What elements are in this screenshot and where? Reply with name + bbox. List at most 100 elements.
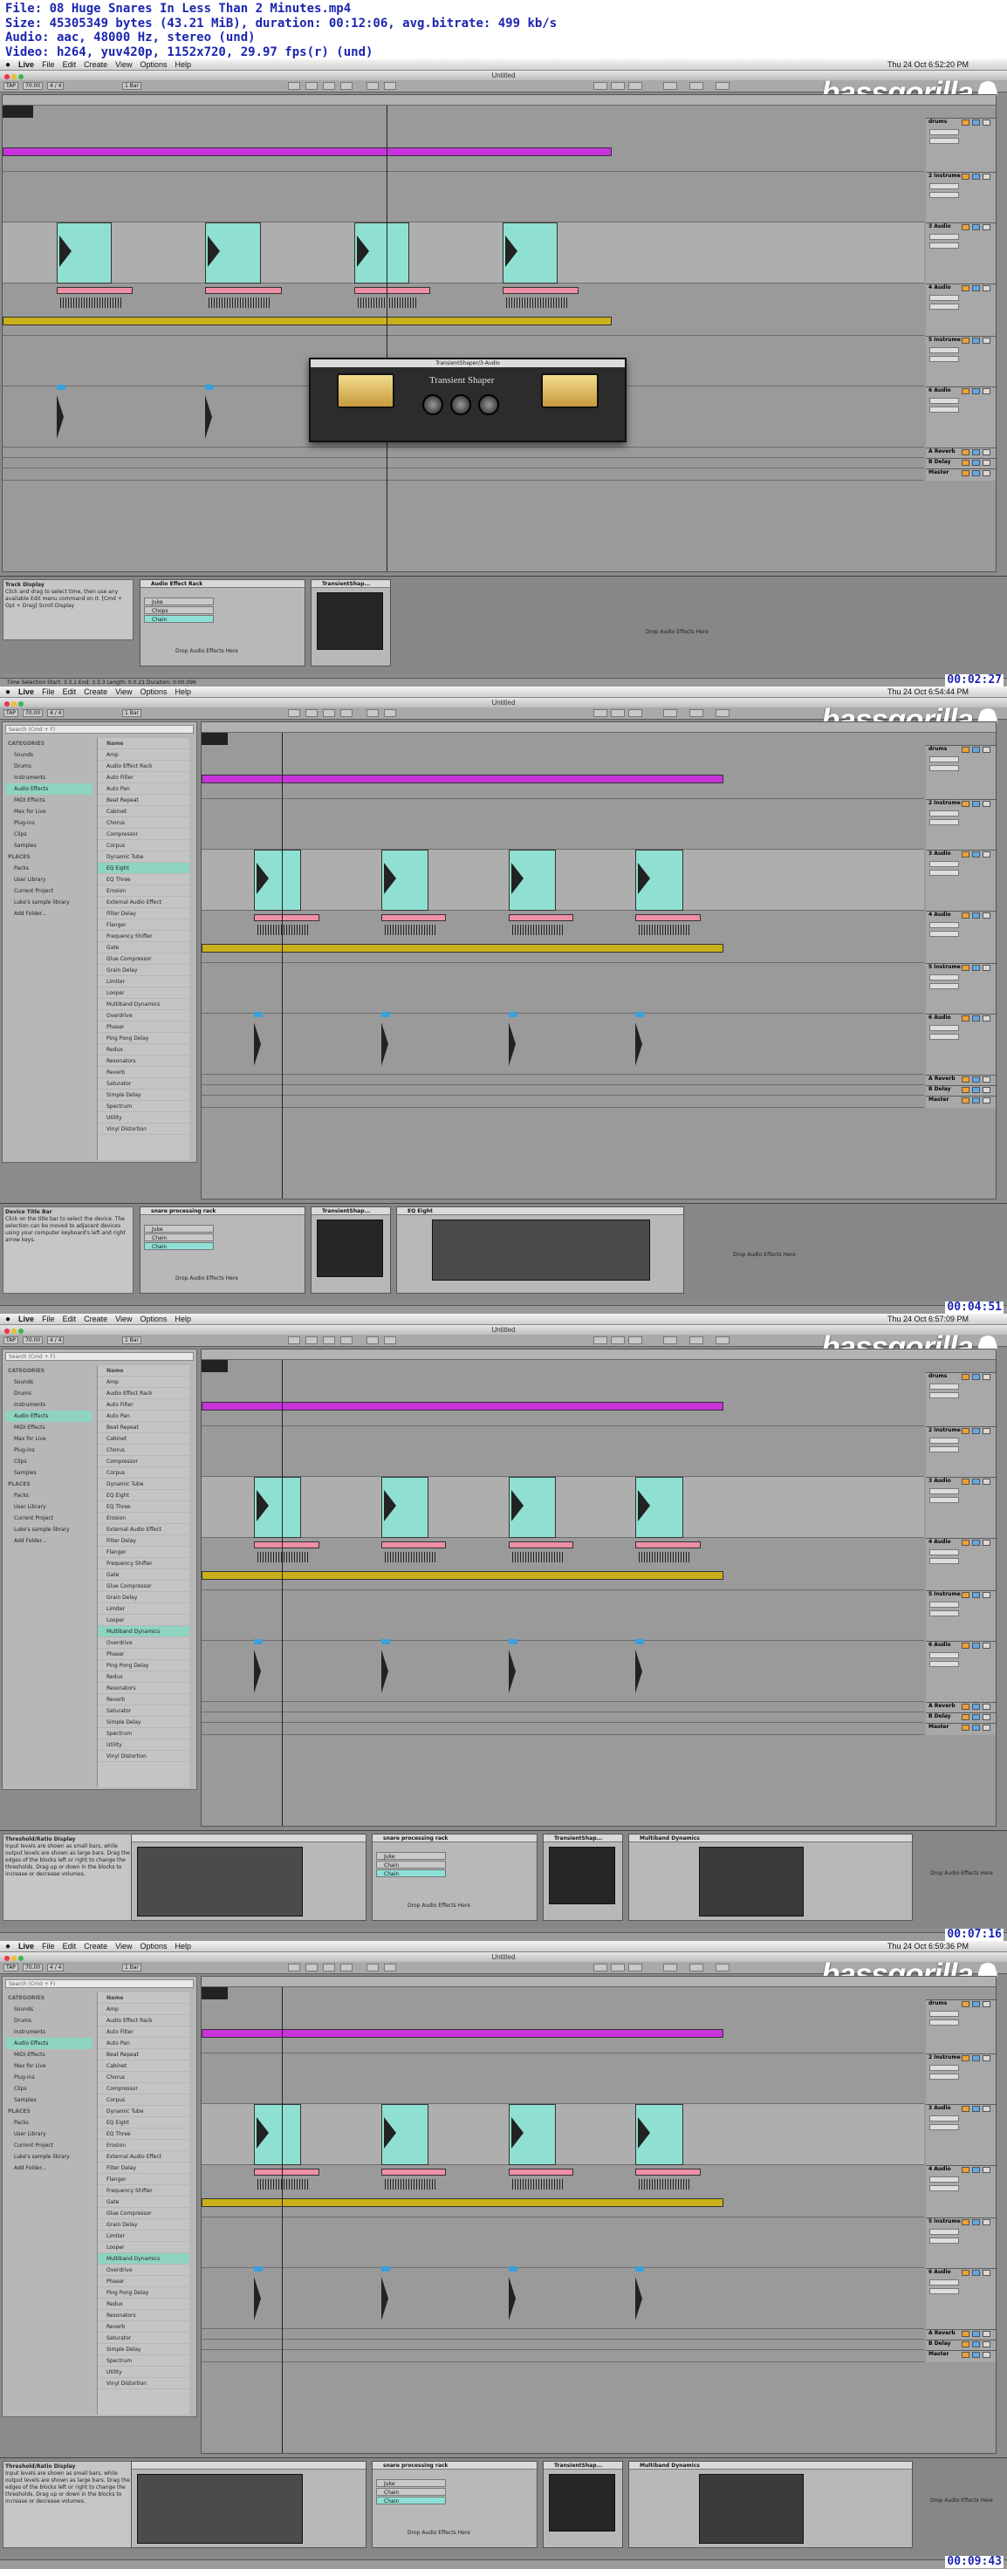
browser-search[interactable]: Search (Cmd + F) xyxy=(5,1979,194,1988)
track-header[interactable]: 5 Instrume xyxy=(926,2217,996,2268)
quantize-menu[interactable]: 1 Bar xyxy=(122,82,141,90)
place-2[interactable]: Current Project xyxy=(5,2140,92,2151)
browser-item[interactable]: EQ Eight xyxy=(98,863,189,874)
threshold-display[interactable] xyxy=(137,1847,303,1917)
track-menu[interactable] xyxy=(929,1446,959,1452)
sample-clip-pink[interactable] xyxy=(508,914,574,921)
track-header[interactable]: 6 Audio xyxy=(926,2268,996,2329)
track-menu[interactable] xyxy=(929,1549,959,1555)
category-samples[interactable]: Samples xyxy=(5,840,92,851)
place-3[interactable]: Luke's sample library xyxy=(5,897,92,908)
track-lane[interactable] xyxy=(202,1999,924,2053)
track-lane[interactable] xyxy=(202,2217,924,2268)
track-menu[interactable] xyxy=(929,2011,959,2017)
rack-drop-zone[interactable]: Drop Audio Effects Here xyxy=(408,1903,470,1909)
browser-item[interactable]: Audio Effect Rack xyxy=(98,761,189,772)
timeline-ruler[interactable] xyxy=(202,722,996,733)
track-header[interactable]: 2 Instrume xyxy=(926,1426,996,1477)
tempo-field[interactable]: 70.00 xyxy=(23,1964,44,1971)
quantize-menu[interactable]: 1 Bar xyxy=(122,709,141,717)
chain-item[interactable]: Chain xyxy=(376,2488,446,2496)
drop-zone[interactable]: Drop Audio Effects Here xyxy=(930,1870,993,1876)
track-solo[interactable] xyxy=(972,1714,980,1720)
track-arm[interactable] xyxy=(983,338,990,344)
browser-item[interactable]: Overdrive xyxy=(98,1010,189,1022)
menu-edit[interactable]: Edit xyxy=(63,1942,77,1951)
track-menu[interactable] xyxy=(929,1558,959,1564)
sample-clip-pink[interactable] xyxy=(508,1541,574,1548)
track-activator[interactable] xyxy=(962,174,969,180)
track-lane[interactable] xyxy=(202,850,924,911)
transport-button-1[interactable] xyxy=(305,1336,318,1344)
transport-button-4[interactable] xyxy=(366,82,379,90)
track-arm[interactable] xyxy=(983,120,990,126)
menu-options[interactable]: Options xyxy=(140,60,167,69)
category-instruments[interactable]: Instruments xyxy=(5,772,92,783)
md-title[interactable]: Multiband Dynamics xyxy=(629,1835,912,1842)
audio-clip[interactable] xyxy=(635,850,683,911)
sample-clip-pink[interactable] xyxy=(205,287,282,294)
tap-button[interactable]: TAP xyxy=(3,82,18,90)
attack-knob[interactable] xyxy=(422,394,443,415)
control-button-1[interactable] xyxy=(611,82,625,90)
ts-title[interactable]: TransientShap... xyxy=(312,1207,390,1215)
browser-item[interactable]: Amp xyxy=(98,749,189,761)
track-activator[interactable] xyxy=(962,1374,969,1380)
browser-item[interactable]: Flanger xyxy=(98,919,189,931)
transport-button-3[interactable] xyxy=(340,709,353,717)
track-solo[interactable] xyxy=(972,388,980,394)
browser-item[interactable]: Corpus xyxy=(98,2094,189,2106)
category-max-for-live[interactable]: Max for Live xyxy=(5,2060,92,2072)
track-lane[interactable] xyxy=(202,2350,924,2362)
sample-clip-pink[interactable] xyxy=(254,1541,319,1548)
menu-file[interactable]: File xyxy=(42,60,55,69)
place-0[interactable]: Packs xyxy=(5,2117,92,2128)
browser-item[interactable]: Beat Repeat xyxy=(98,2049,189,2060)
browser-item[interactable]: Auto Filter xyxy=(98,2026,189,2038)
track-arm[interactable] xyxy=(983,2001,990,2007)
browser-item[interactable]: Frequency Shifter xyxy=(98,931,189,942)
chain-item[interactable]: Juke xyxy=(376,1852,446,1860)
track-menu[interactable] xyxy=(929,1652,959,1658)
category-max-for-live[interactable]: Max for Live xyxy=(5,806,92,817)
audio-clip[interactable] xyxy=(380,1477,429,1538)
track-lane[interactable] xyxy=(3,284,924,336)
browser-search[interactable]: Search (Cmd + F) xyxy=(5,1352,194,1361)
place-2[interactable]: Current Project xyxy=(5,885,92,897)
track-activator[interactable] xyxy=(962,224,969,230)
track-activator[interactable] xyxy=(962,747,969,753)
category-clips[interactable]: Clips xyxy=(5,1456,92,1467)
track-lane[interactable] xyxy=(3,458,924,468)
track-activator[interactable] xyxy=(962,2352,969,2358)
browser-item[interactable]: Gate xyxy=(98,2197,189,2208)
track-menu[interactable] xyxy=(929,1034,959,1040)
browser-item[interactable]: Ping Pong Delay xyxy=(98,1033,189,1044)
browser-item[interactable]: Resonators xyxy=(98,1683,189,1694)
track-lane[interactable] xyxy=(202,1590,924,1641)
track-menu[interactable] xyxy=(929,861,959,867)
transport-button-2[interactable] xyxy=(323,1964,335,1971)
browser-item[interactable]: Resonators xyxy=(98,1056,189,1067)
track-solo[interactable] xyxy=(972,2270,980,2276)
track-solo[interactable] xyxy=(972,1097,980,1104)
track-menu[interactable] xyxy=(929,1384,959,1390)
menu-view[interactable]: View xyxy=(115,60,132,69)
transient-shaper-device[interactable]: TransientShap... xyxy=(311,579,391,666)
eq-title[interactable]: EQ Eight xyxy=(397,1207,683,1215)
track-solo[interactable] xyxy=(972,174,980,180)
track-activator[interactable] xyxy=(962,1428,969,1434)
track-activator[interactable] xyxy=(962,1087,969,1093)
browser-item[interactable]: Frequency Shifter xyxy=(98,1558,189,1569)
transport-button-2[interactable] xyxy=(323,82,335,90)
track-menu[interactable] xyxy=(929,1488,959,1494)
multiband-dynamics-device-2[interactable]: Multiband Dynamics xyxy=(628,2461,913,2548)
track-header[interactable]: Master xyxy=(926,1723,996,1735)
browser-item[interactable]: External Audio Effect xyxy=(98,897,189,908)
threshold-display[interactable] xyxy=(137,2474,303,2544)
category-drums[interactable]: Drums xyxy=(5,761,92,772)
place-0[interactable]: Packs xyxy=(5,1490,92,1501)
track-lane[interactable] xyxy=(202,1372,924,1426)
category-sounds[interactable]: Sounds xyxy=(5,2004,92,2015)
browser-item[interactable]: Looper xyxy=(98,1615,189,1626)
track-menu[interactable] xyxy=(929,1025,959,1031)
